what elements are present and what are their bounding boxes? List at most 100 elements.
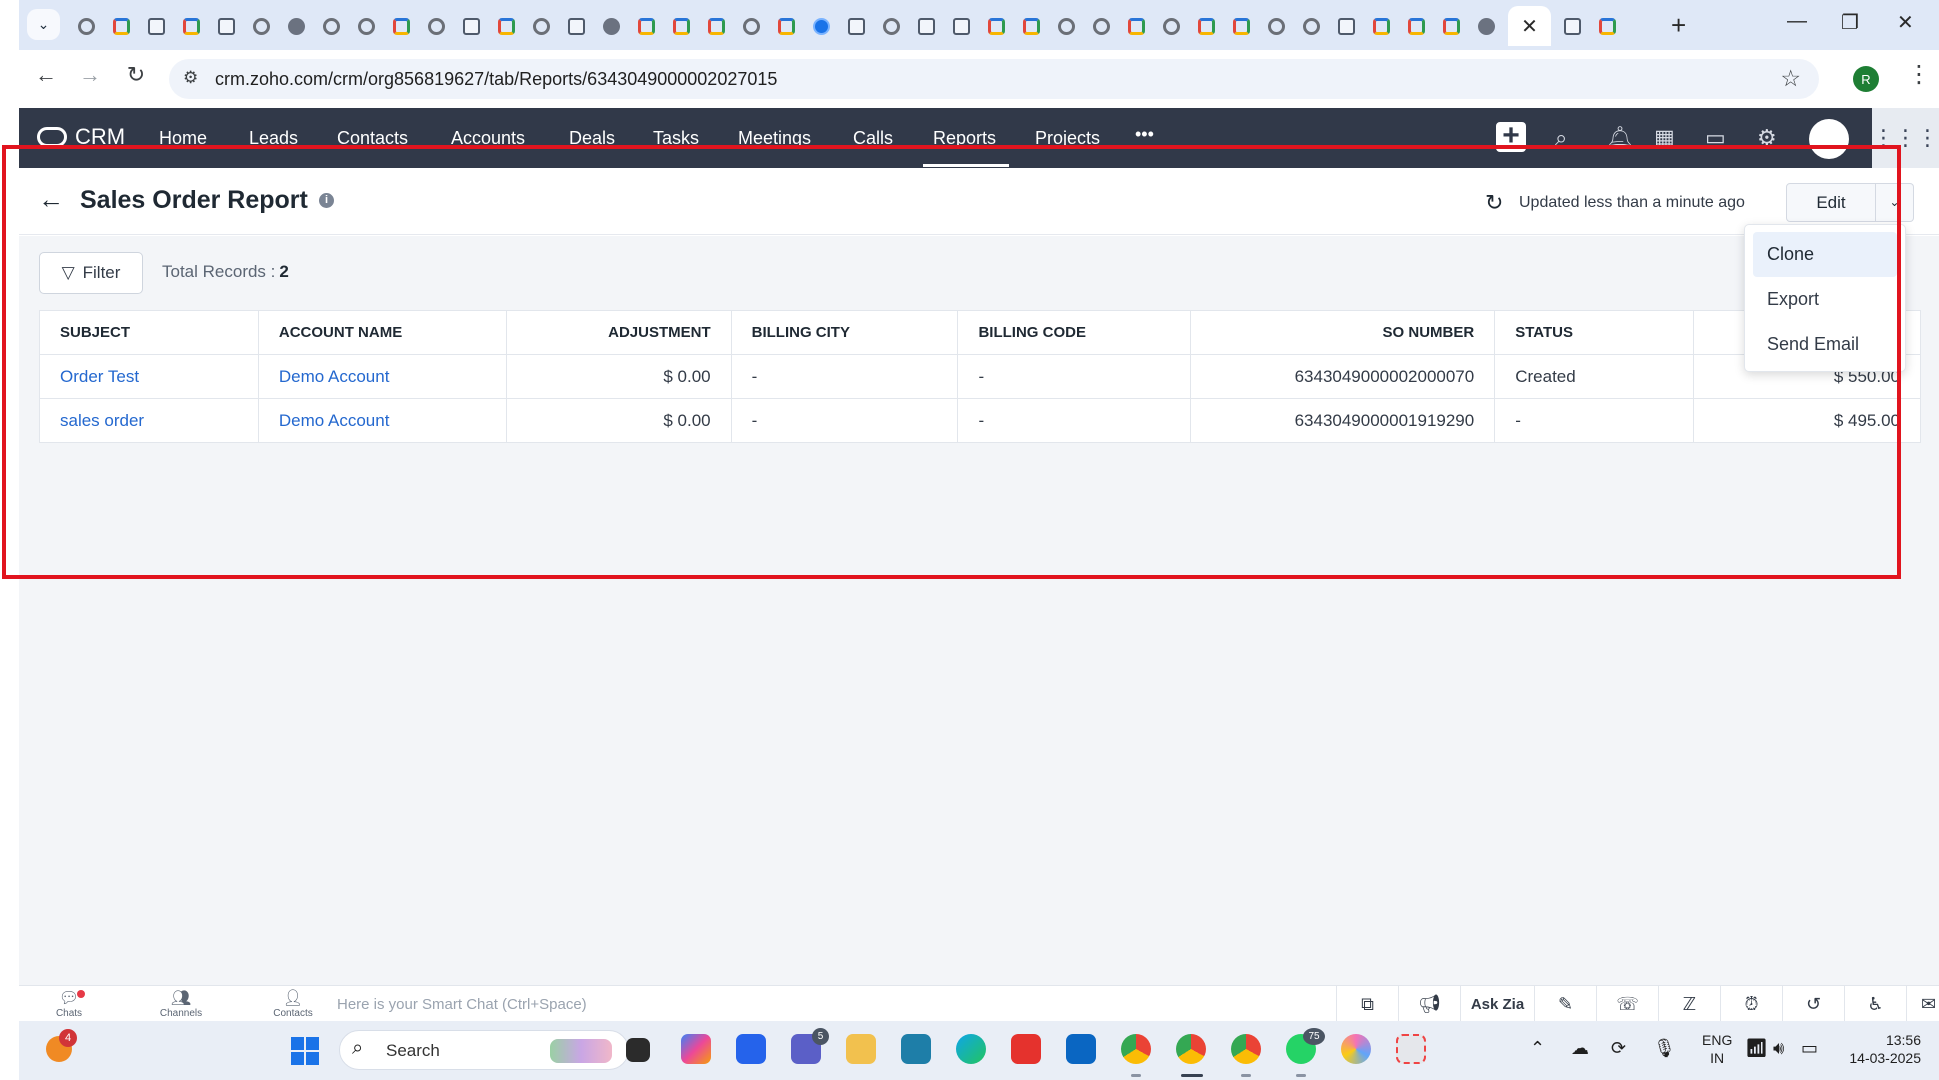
close-window-button[interactable]: ✕: [1897, 10, 1914, 35]
contacts-button[interactable]: 👤︎ Contacts: [243, 988, 343, 1019]
chrome-profile-icon[interactable]: [1176, 1034, 1206, 1064]
wifi-icon[interactable]: 📶︎: [1745, 1038, 1768, 1059]
browser-tab[interactable]: [1084, 7, 1119, 45]
account-link[interactable]: Demo Account: [257, 354, 507, 399]
chrome-icon[interactable]: [1121, 1034, 1151, 1064]
browser-tab[interactable]: [1434, 7, 1469, 45]
info-icon[interactable]: i: [319, 193, 334, 208]
nav-more-icon[interactable]: •••: [1135, 124, 1154, 145]
account-link[interactable]: Demo Account: [257, 398, 507, 443]
battery-icon[interactable]: ▭: [1801, 1038, 1818, 1059]
browser-tab[interactable]: [384, 7, 419, 45]
nav-tab-accounts[interactable]: Accounts: [451, 128, 525, 149]
volume-icon[interactable]: 🔊︎: [1773, 1038, 1784, 1059]
chats-button[interactable]: 💬︎ Chats: [19, 988, 119, 1019]
store-icon[interactable]: [736, 1034, 766, 1064]
refresh-icon[interactable]: ↻: [1485, 190, 1503, 216]
browser-tab[interactable]: [454, 7, 489, 45]
back-arrow-icon[interactable]: ←: [38, 184, 64, 215]
nav-tab-home[interactable]: Home: [159, 128, 207, 149]
nav-tab-contacts[interactable]: Contacts: [337, 128, 408, 149]
chevron-up-icon[interactable]: ⌃: [1530, 1038, 1545, 1059]
minimize-button[interactable]: —: [1787, 10, 1807, 33]
new-tab-button[interactable]: +: [1671, 10, 1686, 41]
megaphone-icon[interactable]: 📢︎: [1398, 986, 1460, 1022]
address-bar[interactable]: ⚙ crm.zoho.com/crm/org856819627/tab/Repo…: [169, 59, 1819, 99]
browser-tab[interactable]: [174, 7, 209, 45]
active-tab[interactable]: ✕: [1508, 6, 1551, 46]
system-clock[interactable]: 13:56 14-03-2025: [1837, 1031, 1921, 1067]
nav-tab-calls[interactable]: Calls: [853, 128, 893, 149]
channels-button[interactable]: 👥︎ Channels: [131, 988, 231, 1019]
accessibility-icon[interactable]: ♿︎: [1844, 986, 1906, 1022]
browser-tab[interactable]: [734, 7, 769, 45]
crm-logo[interactable]: CRM: [37, 124, 125, 150]
taskbar-search[interactable]: ⌕ Search: [339, 1030, 629, 1070]
browser-tab[interactable]: [1014, 7, 1049, 45]
browser-tab[interactable]: [209, 7, 244, 45]
bookmark-star-icon[interactable]: ☆: [1780, 65, 1801, 92]
linkedin-icon[interactable]: [1066, 1034, 1096, 1064]
copilot-icon[interactable]: [681, 1034, 711, 1064]
tab-search-button[interactable]: ⌄: [27, 9, 60, 40]
filter-button[interactable]: ▽ Filter: [39, 252, 143, 294]
browser-tab[interactable]: [279, 7, 314, 45]
browser-tab[interactable]: [69, 7, 104, 45]
browser-tab[interactable]: [1189, 7, 1224, 45]
close-icon[interactable]: ✕: [1521, 14, 1538, 39]
create-new-button[interactable]: +: [1496, 121, 1526, 152]
nav-tab-projects[interactable]: Projects: [1035, 128, 1100, 149]
browser-tab[interactable]: [769, 7, 804, 45]
apps-grid-icon[interactable]: ⋮⋮⋮: [1872, 108, 1939, 168]
profile-avatar[interactable]: R: [1853, 66, 1879, 92]
chrome-alt-icon[interactable]: [1231, 1034, 1261, 1064]
column-header-adjustment[interactable]: ADJUSTMENT: [505, 310, 732, 355]
browser-tab[interactable]: [804, 7, 839, 45]
browser-tab[interactable]: [839, 7, 874, 45]
nav-tab-tasks[interactable]: Tasks: [653, 128, 699, 149]
marketplace-icon[interactable]: ▭: [1705, 125, 1726, 151]
nav-tab-meetings[interactable]: Meetings: [738, 128, 811, 149]
menu-item-export[interactable]: Export: [1753, 277, 1897, 322]
browser-tab[interactable]: [489, 7, 524, 45]
browser-tab[interactable]: [314, 7, 349, 45]
browser-tab[interactable]: [944, 7, 979, 45]
browser-tab[interactable]: [1049, 7, 1084, 45]
browser-tab[interactable]: [1119, 7, 1154, 45]
edit-dropdown-toggle[interactable]: ⌄: [1876, 183, 1914, 222]
browser-tab[interactable]: [419, 7, 454, 45]
office-icon[interactable]: [1011, 1034, 1041, 1064]
menu-item-send-email[interactable]: Send Email: [1753, 322, 1897, 367]
browser-tab[interactable]: [699, 7, 734, 45]
column-header-so-number[interactable]: SO NUMBER: [1190, 310, 1496, 355]
cloud-icon[interactable]: ☁: [1571, 1038, 1589, 1059]
browser-tab[interactable]: [104, 7, 139, 45]
subject-link[interactable]: Order Test: [39, 354, 259, 399]
reload-button[interactable]: ↻: [121, 62, 151, 88]
file-explorer-icon[interactable]: [846, 1034, 876, 1064]
history-icon[interactable]: ↺: [1782, 986, 1844, 1022]
sync-icon[interactable]: ⟳: [1611, 1038, 1626, 1059]
alarm-icon[interactable]: ⏰︎: [1720, 986, 1782, 1022]
snipping-tool-icon[interactable]: [1396, 1034, 1426, 1064]
calendar-icon[interactable]: ▦: [1654, 125, 1675, 151]
column-header-account-name[interactable]: ACCOUNT NAME: [257, 310, 507, 355]
photos-icon[interactable]: [1341, 1034, 1371, 1064]
browser-tab[interactable]: [349, 7, 384, 45]
nav-tab-leads[interactable]: Leads: [249, 128, 298, 149]
browser-tab[interactable]: [1364, 7, 1399, 45]
site-settings-icon[interactable]: ⚙: [183, 68, 198, 88]
nav-tab-deals[interactable]: Deals: [569, 128, 615, 149]
nav-tab-reports[interactable]: Reports: [933, 128, 996, 149]
browser-tab[interactable]: [1590, 7, 1625, 45]
browser-tab[interactable]: [979, 7, 1014, 45]
microphone-icon[interactable]: 🎙︎: [1653, 1038, 1676, 1059]
edge-icon[interactable]: [956, 1034, 986, 1064]
gear-icon[interactable]: ⚙: [1757, 125, 1777, 151]
windows-start-icon[interactable]: [291, 1037, 319, 1065]
restore-button[interactable]: ❐: [1841, 10, 1859, 35]
column-header-billing-code[interactable]: BILLING CODE: [957, 310, 1192, 355]
back-button[interactable]: ←: [31, 62, 61, 88]
column-header-status[interactable]: STATUS: [1494, 310, 1695, 355]
browser-tab[interactable]: [1399, 7, 1434, 45]
